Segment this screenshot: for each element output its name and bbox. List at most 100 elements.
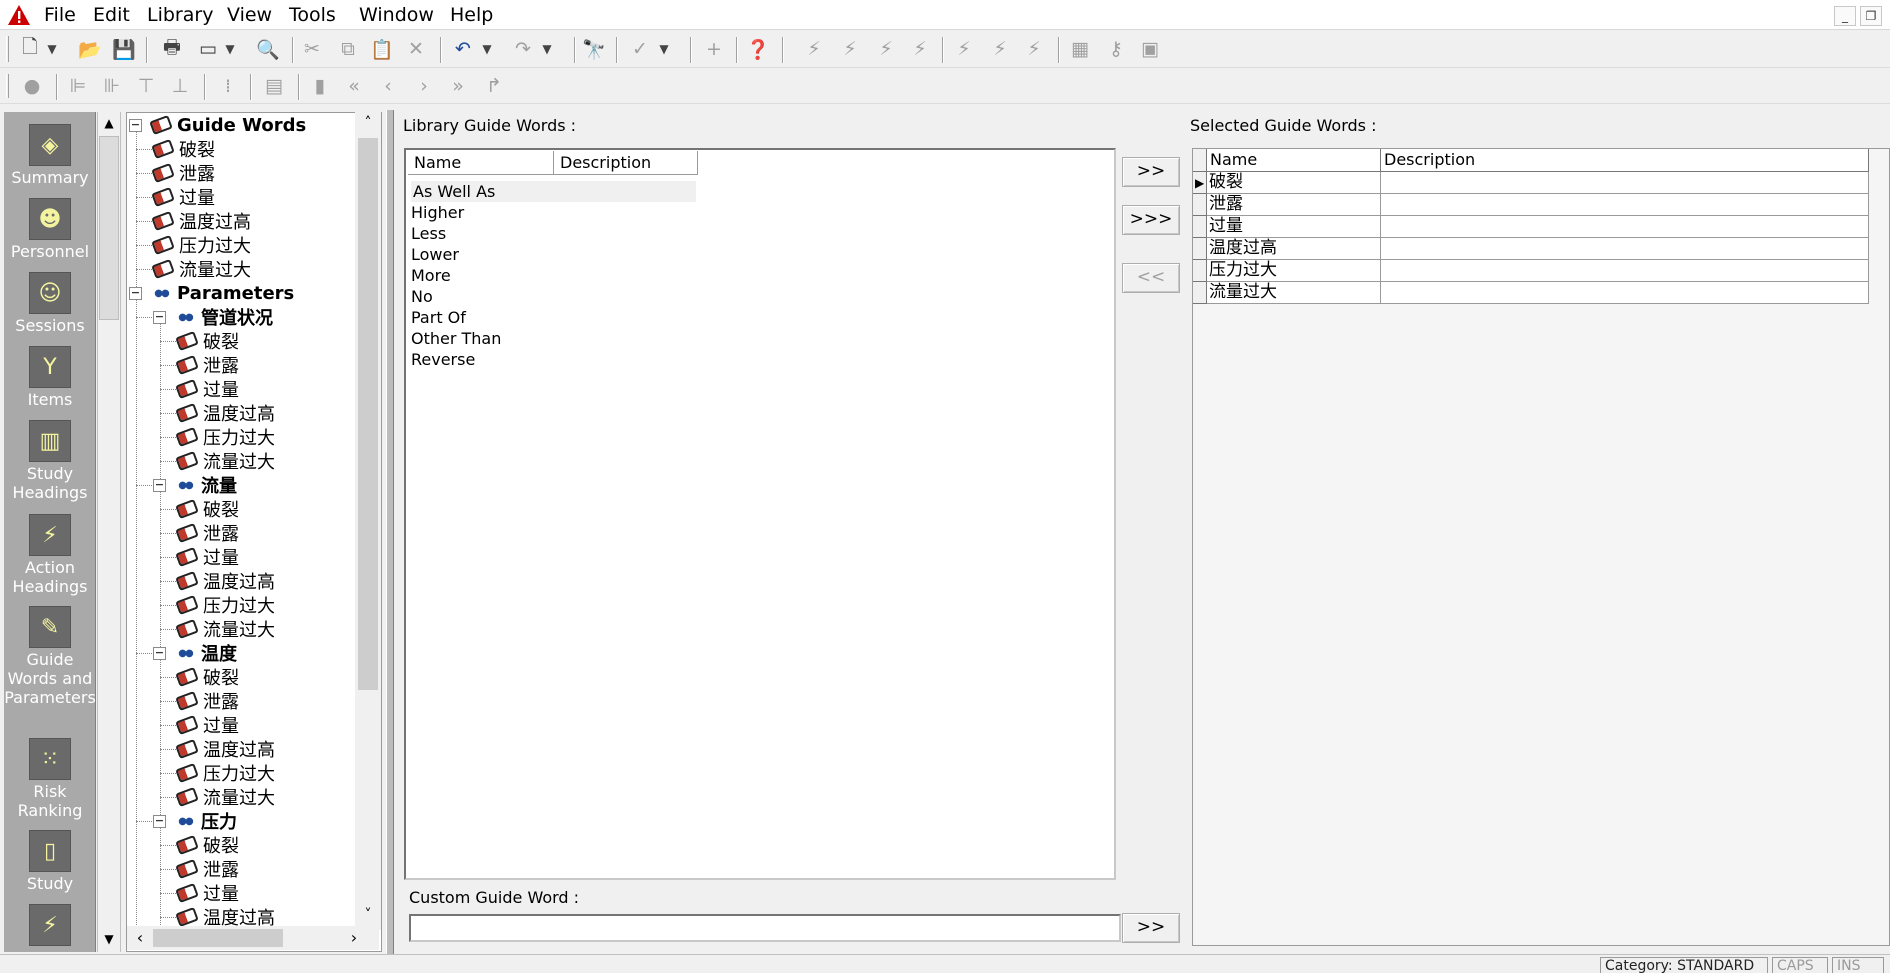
tree-guide-word[interactable]: 过量 xyxy=(153,185,215,209)
next-record-icon[interactable]: › xyxy=(410,73,438,99)
row-indicator[interactable] xyxy=(1193,238,1207,260)
action-tool-5-icon[interactable]: ⚡ xyxy=(950,36,978,62)
scroll-right-arrow-icon[interactable]: › xyxy=(343,927,365,949)
tree-parameter-guide-word[interactable]: 破裂 xyxy=(177,329,239,353)
remove-guide-word-button[interactable]: << xyxy=(1122,263,1180,293)
add-all-guide-words-button[interactable]: >>> xyxy=(1122,205,1180,235)
toolbar-grip[interactable] xyxy=(6,74,9,98)
library-row[interactable]: More xyxy=(411,265,451,286)
redo-dropdown-icon[interactable]: ▼ xyxy=(539,36,555,62)
print-icon[interactable]: 🖶 xyxy=(158,36,186,62)
selected-guide-words-grid[interactable]: Name Description ▶ 破裂 泄露 过量 温度过高 压力过大 流量过大 xyxy=(1192,148,1890,946)
print-preview-icon[interactable]: 🔍 xyxy=(254,36,282,62)
nav-study-headings[interactable]: ▥ Study Headings xyxy=(4,420,95,502)
tree-parameter-guide-word[interactable]: 过量 xyxy=(177,713,239,737)
tree-node-parameters[interactable]: − Parameters xyxy=(129,281,294,305)
library-row[interactable]: Part Of xyxy=(411,307,466,328)
tree-parameter-group[interactable]: − 管道状况 xyxy=(153,305,273,329)
library-guide-words-list[interactable]: Name Description As Well As Higher Less Low… xyxy=(404,148,1116,880)
panel-splitter[interactable] xyxy=(386,110,394,955)
tree-guide-word[interactable]: 破裂 xyxy=(153,137,215,161)
undo-icon[interactable]: ↶ xyxy=(449,36,477,62)
tree-parameter-guide-word[interactable]: 泄露 xyxy=(177,353,239,377)
page-layout-icon[interactable]: ▭ xyxy=(194,36,222,62)
dotted-grid-icon[interactable]: ⁞ xyxy=(214,73,242,99)
tree-guide-word[interactable]: 压力过大 xyxy=(153,233,251,257)
collapse-toggle-icon[interactable]: − xyxy=(153,478,166,492)
tree-parameter-guide-word[interactable]: 压力过大 xyxy=(177,425,275,449)
collapse-toggle-icon[interactable]: − xyxy=(129,286,142,300)
action-tool-3-icon[interactable]: ⚡ xyxy=(872,36,900,62)
selected-row-name[interactable]: 过量 xyxy=(1207,216,1381,238)
scroll-down-arrow-icon[interactable]: ▼ xyxy=(98,928,120,950)
library-row[interactable]: No xyxy=(411,286,433,307)
tree-guide-word[interactable]: 流量过大 xyxy=(153,257,251,281)
selected-row-name[interactable]: 破裂 xyxy=(1207,172,1381,194)
selected-row-description[interactable] xyxy=(1381,260,1869,282)
tree-parameter-guide-word[interactable]: 泄露 xyxy=(177,689,239,713)
menu-window[interactable]: Window xyxy=(357,4,436,26)
align-right-icon[interactable]: ⊪ xyxy=(98,73,126,99)
paste-icon[interactable]: 📋 xyxy=(368,36,396,62)
first-record-icon[interactable]: « xyxy=(340,73,368,99)
menu-file[interactable]: File xyxy=(42,4,78,26)
minimize-button[interactable]: _ xyxy=(1834,6,1856,26)
nav-personnel[interactable]: ☻ Personnel xyxy=(4,198,95,261)
align-left-icon[interactable]: ⊫ xyxy=(64,73,92,99)
library-row[interactable]: Less xyxy=(411,223,446,244)
nav-summary[interactable]: ◈ Summary xyxy=(4,124,95,187)
tree-node-guide-words[interactable]: − Guide Words xyxy=(129,113,306,137)
tree-parameter-guide-word[interactable]: 泄露 xyxy=(177,521,239,545)
tree-parameter-guide-word[interactable]: 破裂 xyxy=(177,665,239,689)
tree-parameter-guide-word[interactable]: 过量 xyxy=(177,545,239,569)
collapse-toggle-icon[interactable]: − xyxy=(129,118,142,132)
action-tool-6-icon[interactable]: ⚡ xyxy=(986,36,1014,62)
custom-guide-word-input[interactable] xyxy=(409,914,1121,942)
library-row[interactable]: Lower xyxy=(411,244,459,265)
layout-dropdown-icon[interactable]: ▼ xyxy=(222,36,238,62)
selected-col-name[interactable]: Name xyxy=(1207,149,1381,172)
goto-record-icon[interactable]: ↱ xyxy=(480,73,508,99)
tree-parameter-guide-word[interactable]: 温度过高 xyxy=(177,569,275,593)
tree-parameter-guide-word[interactable]: 破裂 xyxy=(177,497,239,521)
key-icon[interactable]: ⚷ xyxy=(1102,36,1130,62)
tree-guide-word[interactable]: 泄露 xyxy=(153,161,215,185)
tree-parameter-guide-word[interactable]: 流量过大 xyxy=(177,617,275,641)
scroll-left-arrow-icon[interactable]: ‹ xyxy=(129,927,151,949)
selected-row-name[interactable]: 温度过高 xyxy=(1207,238,1381,260)
action-tool-1-icon[interactable]: ⚡ xyxy=(800,36,828,62)
nav-items[interactable]: Y Items xyxy=(4,346,95,409)
menu-edit[interactable]: Edit xyxy=(91,4,132,26)
page-icon[interactable]: ▮ xyxy=(306,73,334,99)
new-document-icon[interactable]: 🗋 xyxy=(16,36,44,62)
delete-icon[interactable]: ✕ xyxy=(402,36,430,62)
new-dropdown-icon[interactable]: ▼ xyxy=(44,36,60,62)
tree-parameter-guide-word[interactable]: 压力过大 xyxy=(177,593,275,617)
selected-row-name[interactable]: 压力过大 xyxy=(1207,260,1381,282)
scroll-thumb[interactable] xyxy=(99,136,119,320)
library-row[interactable]: As Well As xyxy=(411,181,696,202)
library-col-name[interactable]: Name xyxy=(408,151,554,175)
tree-parameter-guide-word[interactable]: 过量 xyxy=(177,377,239,401)
previous-record-icon[interactable]: ‹ xyxy=(374,73,402,99)
navbar-scrollbar[interactable]: ▲ ▼ xyxy=(97,112,121,952)
menu-tools[interactable]: Tools xyxy=(287,4,338,26)
tree-scroll-thumb[interactable] xyxy=(358,138,378,690)
tree-parameter-group[interactable]: − 压力 xyxy=(153,809,237,833)
tree-parameter-guide-word[interactable]: 压力过大 xyxy=(177,761,275,785)
tree-parameter-guide-word[interactable]: 温度过高 xyxy=(177,737,275,761)
library-col-description[interactable]: Description xyxy=(554,151,698,175)
row-indicator[interactable]: ▶ xyxy=(1193,172,1207,194)
tree-parameter-group[interactable]: − 流量 xyxy=(153,473,237,497)
align-top-icon[interactable]: ⊤ xyxy=(132,73,160,99)
nav-more[interactable]: ⚡ xyxy=(4,904,95,948)
collapse-toggle-icon[interactable]: − xyxy=(153,310,166,324)
selected-row-name[interactable]: 泄露 xyxy=(1207,194,1381,216)
spellcheck-icon[interactable]: ✓ xyxy=(626,36,654,62)
calendar-icon[interactable]: ▣ xyxy=(1136,36,1164,62)
nav-sessions[interactable]: ☺ Sessions xyxy=(4,272,95,335)
library-row[interactable]: Reverse xyxy=(411,349,475,370)
menu-help[interactable]: Help xyxy=(448,4,495,26)
add-custom-guide-word-button[interactable]: >> xyxy=(1122,913,1180,943)
add-guide-word-button[interactable]: >> xyxy=(1122,157,1180,187)
